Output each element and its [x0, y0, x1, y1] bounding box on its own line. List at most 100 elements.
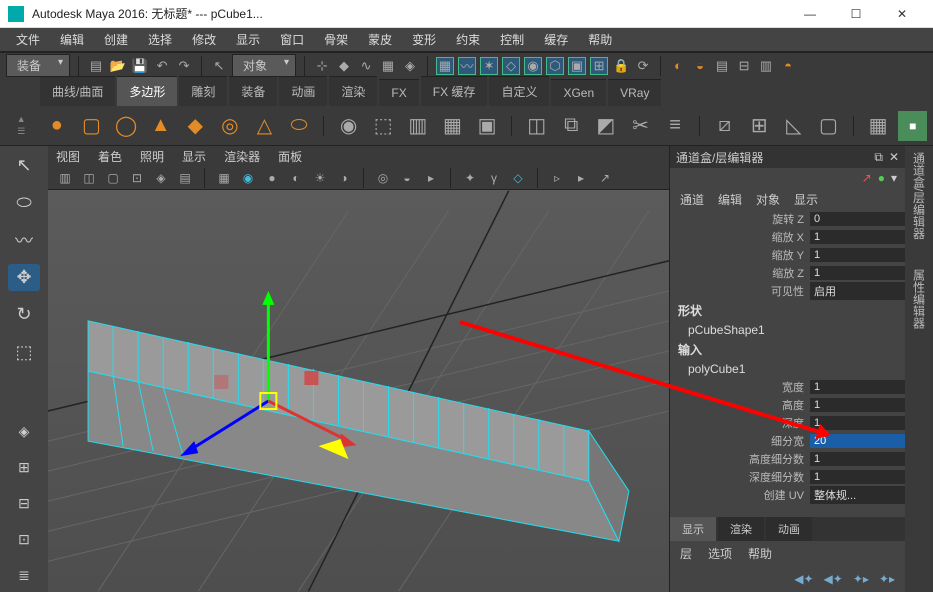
vp-expose-icon[interactable]: ✦: [461, 169, 479, 187]
panel-close-icon[interactable]: ✕: [889, 150, 899, 165]
layer-new-selected-icon[interactable]: ✦▸: [879, 572, 895, 586]
paint-select-tool[interactable]: 〰: [8, 227, 40, 254]
shelf-tab-curves[interactable]: 曲线/曲面: [40, 76, 115, 106]
attr-create-uv-input[interactable]: 整体规...: [810, 486, 905, 504]
shelf-last-icon[interactable]: ■: [898, 111, 927, 141]
poly-combine-icon[interactable]: ⬚: [369, 111, 398, 141]
layer-menu-layers[interactable]: 层: [680, 545, 692, 562]
shelf-tab-fxcache[interactable]: FX 缓存: [421, 76, 488, 106]
poly-cone-icon[interactable]: ▲: [146, 111, 175, 141]
axis-red-icon[interactable]: ↗: [862, 171, 872, 185]
shelf-tab-xgen[interactable]: XGen: [551, 79, 606, 106]
vp-menu-view[interactable]: 视图: [56, 148, 80, 165]
shelf-tab-rendering[interactable]: 渲染: [329, 76, 377, 106]
snap-curve-icon[interactable]: 〰: [458, 57, 476, 75]
menu-edit[interactable]: 编辑: [50, 31, 94, 48]
cb-menu-object[interactable]: 对象: [756, 191, 780, 208]
snap-render-icon[interactable]: ▣: [568, 57, 586, 75]
save-scene-icon[interactable]: 💾: [131, 57, 149, 75]
poly-separate-icon[interactable]: ▥: [404, 111, 433, 141]
poly-bridge-icon[interactable]: ⧉: [557, 111, 586, 141]
poly-pyramid-icon[interactable]: △: [250, 111, 279, 141]
layer-menu-options[interactable]: 选项: [708, 545, 732, 562]
sel-deform-icon[interactable]: ◈: [401, 57, 419, 75]
shelf-tab-custom[interactable]: 自定义: [489, 76, 549, 106]
panel-layout-icon[interactable]: ▥: [757, 57, 775, 75]
vp-select-camera-icon[interactable]: ▥: [56, 169, 74, 187]
maximize-button[interactable]: ☐: [833, 0, 879, 28]
menu-skin[interactable]: 蒙皮: [358, 31, 402, 48]
vp-motion-icon[interactable]: ▸: [422, 169, 440, 187]
attr-subdiv-depth-input[interactable]: 1: [810, 470, 905, 484]
dock-attribute-editor-tab[interactable]: 属性编辑器: [911, 269, 928, 329]
menu-deform[interactable]: 变形: [402, 31, 446, 48]
poly-cylinder-icon[interactable]: ◯: [112, 111, 141, 141]
attr-width-input[interactable]: 1: [810, 380, 905, 394]
poly-pipe-icon[interactable]: ⬭: [285, 111, 314, 141]
layout-two-v-icon[interactable]: ⊡: [8, 524, 40, 556]
snap-live-icon[interactable]: ⬡: [546, 57, 564, 75]
menu-modify[interactable]: 修改: [182, 31, 226, 48]
menu-control[interactable]: 控制: [490, 31, 534, 48]
attr-subdiv-height-input[interactable]: 1: [810, 452, 905, 466]
vp-cam2-icon[interactable]: ▸: [572, 169, 590, 187]
vp-menu-shading[interactable]: 着色: [98, 148, 122, 165]
poly-type-icon[interactable]: ◉: [334, 111, 363, 141]
shape-node[interactable]: pCubeShape1: [670, 321, 905, 339]
vp-shadows-icon[interactable]: ◑: [335, 169, 353, 187]
vp-cam3-icon[interactable]: ↗: [596, 169, 614, 187]
poly-sphere-icon[interactable]: ●: [43, 111, 72, 141]
sel-handle-icon[interactable]: ⊹: [313, 57, 331, 75]
shelf-tab-rigging[interactable]: 装备: [229, 76, 277, 106]
select-tool[interactable]: ↖: [8, 152, 40, 179]
attr-scale-x-input[interactable]: 1: [810, 230, 905, 244]
layer-move-up-icon[interactable]: ◀✦: [794, 572, 813, 586]
shelf-tab-vray[interactable]: VRay: [608, 79, 661, 106]
history-icon[interactable]: ⟳: [634, 57, 652, 75]
vp-aa-icon[interactable]: ◇: [509, 169, 527, 187]
poly-cut-icon[interactable]: ✂: [626, 111, 655, 141]
vp-menu-panels[interactable]: 面板: [278, 148, 302, 165]
menu-help[interactable]: 帮助: [578, 31, 622, 48]
panel-popout-icon[interactable]: ⧉: [874, 150, 883, 165]
render-settings-icon[interactable]: ▤: [713, 57, 731, 75]
layout-outliner-icon[interactable]: ≣: [8, 560, 40, 592]
layout-single-icon[interactable]: ◈: [8, 416, 40, 448]
snap-view-icon[interactable]: ◉: [524, 57, 542, 75]
poly-insert-edge-icon[interactable]: ≡: [661, 111, 690, 141]
attr-scale-y-input[interactable]: 1: [810, 248, 905, 262]
rotate-tool[interactable]: ↻: [8, 301, 40, 328]
layer-tab-display[interactable]: 显示: [670, 517, 716, 541]
vp-menu-renderer[interactable]: 渲染器: [224, 148, 260, 165]
poly-uv-icon[interactable]: ▦: [864, 111, 893, 141]
menu-create[interactable]: 创建: [94, 31, 138, 48]
vp-film-gate-icon[interactable]: ⊡: [128, 169, 146, 187]
teapot-icon[interactable]: ◓: [779, 57, 797, 75]
poly-plane-icon[interactable]: ◆: [181, 111, 210, 141]
layer-menu-help[interactable]: 帮助: [748, 545, 772, 562]
axis-green-icon[interactable]: ●: [878, 171, 885, 185]
attr-height-input[interactable]: 1: [810, 398, 905, 412]
snap-grid-icon[interactable]: ▦: [436, 57, 454, 75]
attr-rotate-z-input[interactable]: 0: [810, 212, 905, 226]
cb-menu-show[interactable]: 显示: [794, 191, 818, 208]
input-node[interactable]: polyCube1: [670, 360, 905, 378]
layer-move-down-icon[interactable]: ◀✦: [824, 572, 843, 586]
poly-bevel-icon[interactable]: ◩: [592, 111, 621, 141]
vp-textured-icon[interactable]: ◐: [287, 169, 305, 187]
poly-smooth-icon[interactable]: ▦: [438, 111, 467, 141]
lock-icon[interactable]: 🔒: [612, 57, 630, 75]
vp-menu-show[interactable]: 显示: [182, 148, 206, 165]
vp-image-plane-icon[interactable]: ▢: [104, 169, 122, 187]
menu-constrain[interactable]: 约束: [446, 31, 490, 48]
menuset-combo[interactable]: 装备: [6, 54, 70, 77]
select-mode-icon[interactable]: ↖: [210, 57, 228, 75]
shelf-nav-up-icon[interactable]: ▲: [17, 114, 26, 124]
close-button[interactable]: ✕: [879, 0, 925, 28]
poly-cube-icon[interactable]: ▢: [77, 111, 106, 141]
vp-menu-lighting[interactable]: 照明: [140, 148, 164, 165]
scale-tool[interactable]: ⬚: [8, 339, 40, 366]
shelf-tab-animation[interactable]: 动画: [279, 76, 327, 106]
vp-gamma-icon[interactable]: γ: [485, 169, 503, 187]
attr-visibility-input[interactable]: 启用: [810, 282, 905, 300]
